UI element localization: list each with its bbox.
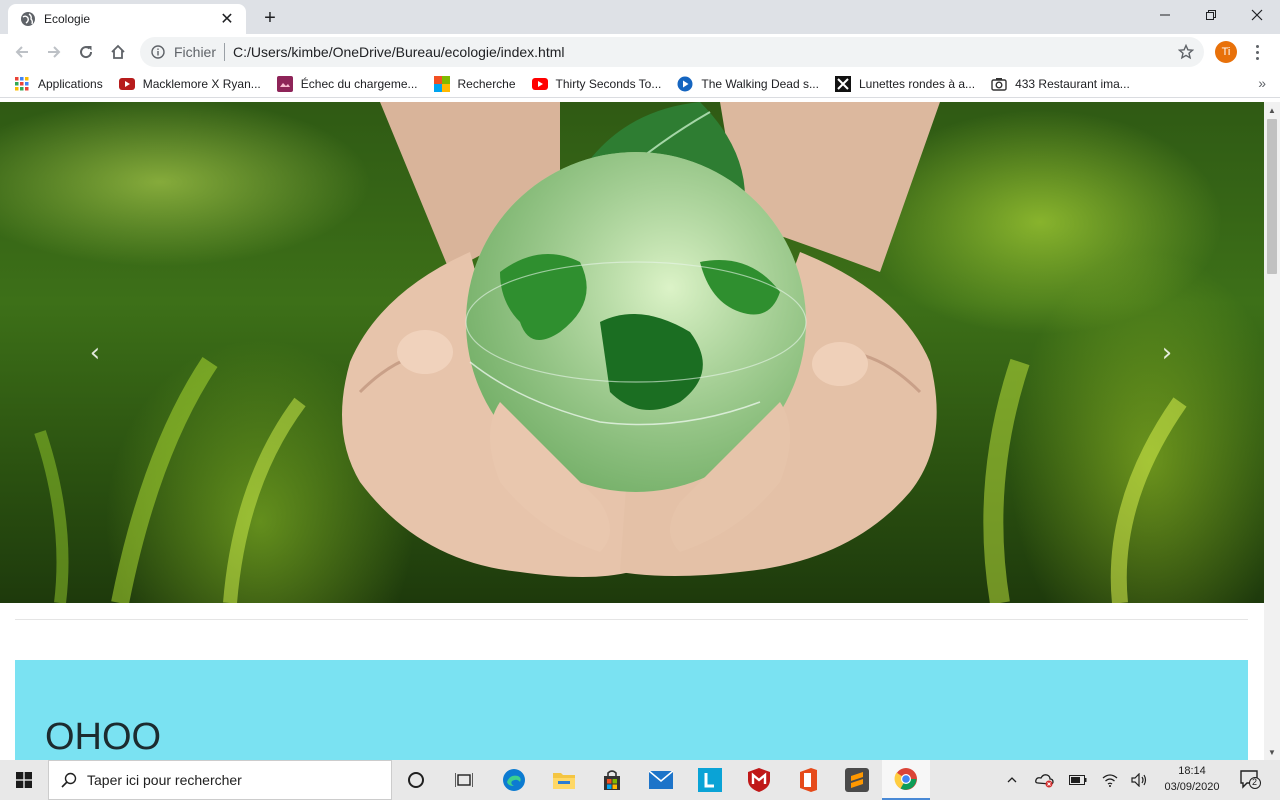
windows-logo-icon xyxy=(16,772,32,788)
minimize-icon[interactable] xyxy=(1142,0,1188,30)
store-icon[interactable] xyxy=(588,760,636,800)
close-tab-icon[interactable]: ✕ xyxy=(218,10,236,28)
bookmark-label: Thirty Seconds To... xyxy=(555,76,662,91)
search-app-icon xyxy=(433,75,450,92)
taskbar-search-placeholder: Taper ici pour rechercher xyxy=(87,772,242,788)
divider xyxy=(15,619,1248,620)
jumbotron: OHOO xyxy=(15,660,1248,760)
chrome-icon[interactable] xyxy=(882,760,930,800)
close-window-icon[interactable] xyxy=(1234,0,1280,30)
youtube-icon xyxy=(531,76,548,92)
apps-grid-icon xyxy=(14,76,30,92)
bookmark-label: The Walking Dead s... xyxy=(701,76,819,91)
browser-toolbar: Fichier C:/Users/kimbe/OneDrive/Bureau/e… xyxy=(0,34,1280,70)
bookmark-label: Macklemore X Ryan... xyxy=(142,76,261,91)
x-logo-icon xyxy=(834,75,851,92)
file-explorer-icon[interactable] xyxy=(540,760,588,800)
bookmarks-bar: Applications Macklemore X Ryan... Échec … xyxy=(0,70,1280,98)
carousel-prev-button[interactable]: ‹ xyxy=(80,338,110,368)
address-bar[interactable]: Fichier C:/Users/kimbe/OneDrive/Bureau/e… xyxy=(140,37,1204,67)
clock-time: 18:14 xyxy=(1178,765,1206,777)
page-scrollbar[interactable]: ▲ ▼ xyxy=(1264,102,1280,760)
mail-icon[interactable] xyxy=(637,760,685,800)
carousel-hero-image: ‹ › xyxy=(0,102,1264,603)
onedrive-error-icon[interactable] xyxy=(1032,760,1058,800)
globe-icon xyxy=(20,11,36,27)
tab-strip: Ecologie ✕ + xyxy=(0,0,1280,34)
restore-icon[interactable] xyxy=(1188,0,1234,30)
bookmark-label: Recherche xyxy=(457,76,516,91)
kebab-menu-icon[interactable] xyxy=(1248,40,1266,64)
bookmark-label: 433 Restaurant ima... xyxy=(1015,76,1130,91)
volume-icon[interactable] xyxy=(1128,760,1152,800)
office-icon[interactable] xyxy=(784,760,832,800)
home-icon[interactable] xyxy=(104,38,132,66)
bookmark-label: Échec du chargeme... xyxy=(300,76,418,91)
bookmark-applications[interactable]: Applications xyxy=(14,72,111,96)
back-arrow-icon[interactable] xyxy=(8,38,36,66)
clock-date: 03/09/2020 xyxy=(1164,781,1220,793)
windows-start-button[interactable] xyxy=(0,760,48,800)
taskbar-search-box[interactable]: Taper ici pour rechercher xyxy=(48,760,392,800)
jumbotron-heading: OHOO xyxy=(45,716,162,758)
bookmark-star-icon[interactable] xyxy=(1172,38,1200,66)
url-scheme-label: Fichier xyxy=(174,44,217,60)
reload-icon[interactable] xyxy=(72,38,100,66)
sublime-text-icon[interactable] xyxy=(833,760,881,800)
browser-tab[interactable]: Ecologie ✕ xyxy=(8,4,246,34)
wifi-icon[interactable] xyxy=(1098,760,1122,800)
notification-icon xyxy=(1240,770,1261,789)
scrollbar-thumb[interactable] xyxy=(1267,119,1277,274)
bookmark-walking-dead[interactable]: The Walking Dead s... xyxy=(677,72,827,96)
scroll-up-arrow-icon[interactable]: ▲ xyxy=(1264,102,1280,118)
bookmark-label: Lunettes rondes à a... xyxy=(858,76,976,91)
notification-count: 2 xyxy=(1252,777,1258,787)
action-center-button[interactable]: 2 xyxy=(1236,760,1266,800)
camera-icon xyxy=(991,76,1007,92)
carousel-next-button[interactable]: › xyxy=(1152,338,1182,368)
battery-icon[interactable] xyxy=(1066,760,1090,800)
bookmark-macklemore[interactable]: Macklemore X Ryan... xyxy=(118,72,269,96)
new-tab-button[interactable]: + xyxy=(258,6,282,30)
scroll-down-arrow-icon[interactable]: ▼ xyxy=(1264,744,1280,760)
bookmark-restaurant[interactable]: 433 Restaurant ima... xyxy=(991,72,1138,96)
play-circle-icon xyxy=(677,76,693,92)
taskbar-clock[interactable]: 18:14 03/09/2020 xyxy=(1158,763,1226,795)
tab-title: Ecologie xyxy=(44,12,91,26)
url-text[interactable]: C:/Users/kimbe/OneDrive/Bureau/ecologie/… xyxy=(233,44,1172,60)
forward-arrow-icon[interactable] xyxy=(40,38,68,66)
cortana-icon[interactable] xyxy=(392,760,440,800)
mcafee-icon[interactable] xyxy=(735,760,783,800)
app-l-icon[interactable] xyxy=(686,760,734,800)
windows-taskbar: Taper ici pour rechercher 18:14 03/09/20… xyxy=(0,760,1280,800)
hands-globe-illustration xyxy=(34,102,1187,603)
bookmark-lunettes[interactable]: Lunettes rondes à a... xyxy=(834,72,983,96)
broken-image-icon xyxy=(276,75,293,92)
bookmark-recherche[interactable]: Recherche xyxy=(433,72,524,96)
task-view-icon[interactable] xyxy=(440,760,488,800)
bookmark-echec[interactable]: Échec du chargeme... xyxy=(276,72,426,96)
page-viewport: ‹ › OHOO xyxy=(0,102,1264,760)
info-icon[interactable] xyxy=(150,44,166,60)
youtube-icon xyxy=(118,76,135,92)
bookmark-thirty-seconds[interactable]: Thirty Seconds To... xyxy=(531,72,670,96)
bookmark-label: Applications xyxy=(38,76,103,91)
search-icon xyxy=(61,772,77,788)
profile-avatar[interactable]: Ti xyxy=(1215,41,1237,63)
divider xyxy=(224,43,226,61)
tray-expand-icon[interactable] xyxy=(1002,760,1022,800)
bookmarks-overflow-icon[interactable]: » xyxy=(1258,75,1266,91)
edge-browser-icon[interactable] xyxy=(490,760,538,800)
